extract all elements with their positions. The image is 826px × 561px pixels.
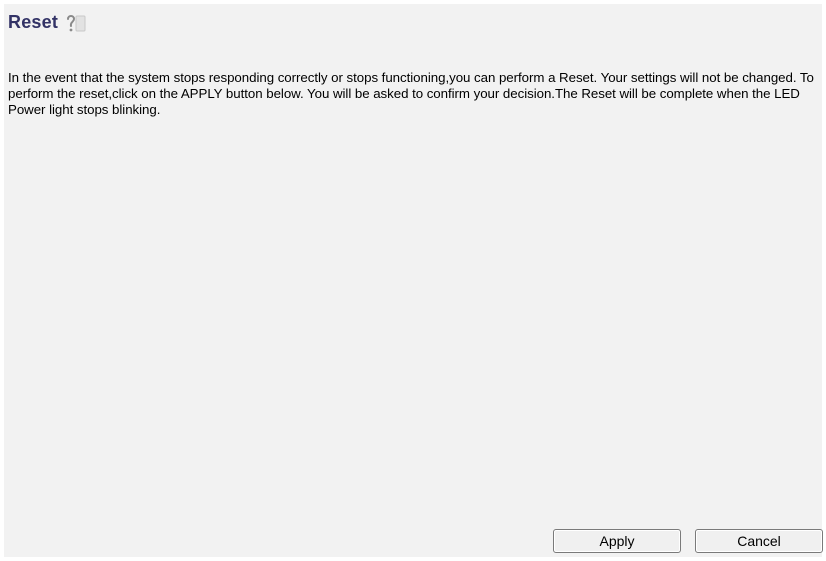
apply-button[interactable]: Apply [553, 529, 681, 553]
content-panel: Reset In the event that the system stops… [4, 4, 823, 557]
reset-description: In the event that the system stops respo… [8, 70, 814, 117]
page-title: Reset [8, 11, 59, 32]
title-row: Reset [8, 11, 86, 33]
help-icon[interactable] [64, 13, 86, 33]
cancel-button[interactable]: Cancel [695, 529, 823, 553]
